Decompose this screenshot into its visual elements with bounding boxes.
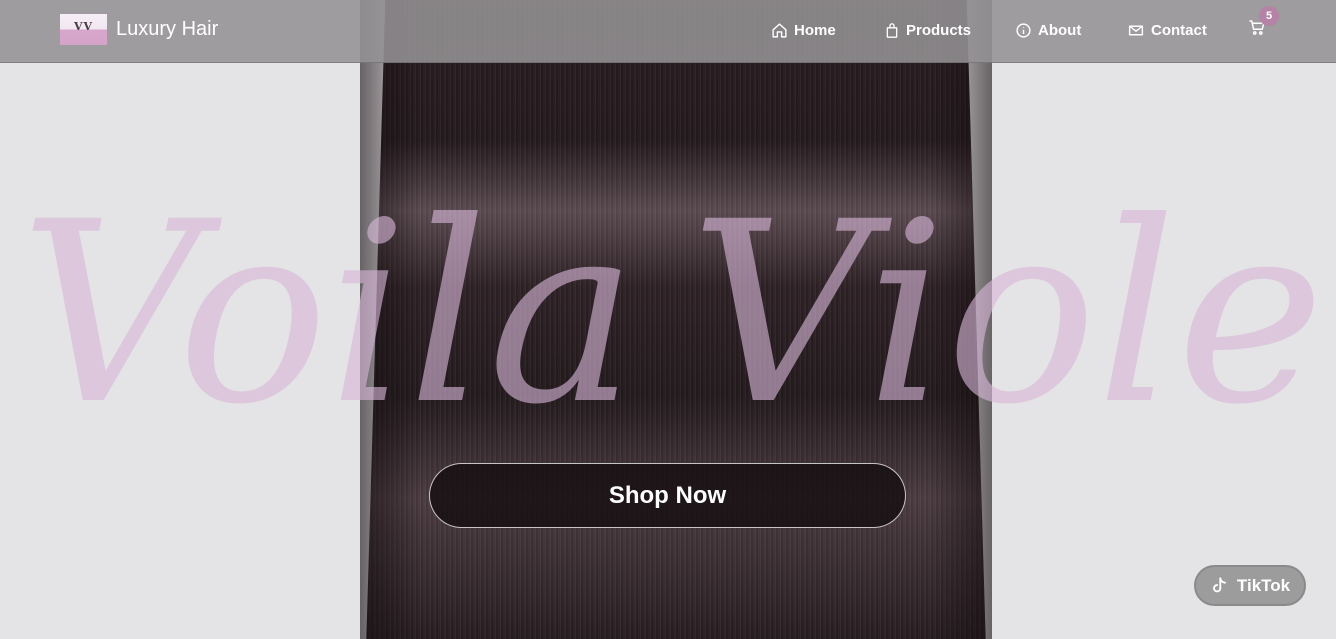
nav-home[interactable]: Home bbox=[771, 20, 836, 40]
home-icon bbox=[772, 22, 787, 38]
watermark-word-1: Voila bbox=[20, 168, 637, 459]
hero-section: Voila Violet bbox=[0, 0, 1336, 639]
shopping-bag-icon bbox=[886, 22, 898, 38]
nav-home-label: Home bbox=[794, 21, 836, 39]
nav-about[interactable]: About bbox=[1015, 20, 1081, 40]
brand-name: Luxury Hair bbox=[116, 18, 219, 40]
watermark-word-2: Violet bbox=[690, 168, 1336, 459]
brand-link[interactable]: VV Luxury Hair bbox=[60, 14, 218, 45]
brand-logo: VV bbox=[60, 14, 107, 45]
nav-contact-label: Contact bbox=[1151, 21, 1207, 39]
nav-products-label: Products bbox=[906, 21, 972, 39]
nav-about-label: About bbox=[1038, 21, 1082, 39]
nav-contact[interactable]: Contact bbox=[1127, 20, 1207, 40]
nav-products[interactable]: Products bbox=[884, 20, 971, 40]
info-icon bbox=[1016, 22, 1031, 38]
shop-now-button[interactable]: Shop Now bbox=[429, 463, 906, 528]
logo-text: VV bbox=[73, 20, 94, 33]
cart-count-badge: 5 bbox=[1259, 6, 1279, 26]
tiktok-label: TikTok bbox=[1236, 575, 1291, 595]
brand-watermark: Voila Violet bbox=[20, 168, 1336, 459]
top-navbar: VV Luxury Hair Home Products About Conta… bbox=[0, 0, 1336, 63]
tiktok-button[interactable]: TikTok bbox=[1194, 565, 1306, 606]
tiktok-icon bbox=[1212, 577, 1226, 593]
mail-icon bbox=[1128, 25, 1144, 35]
